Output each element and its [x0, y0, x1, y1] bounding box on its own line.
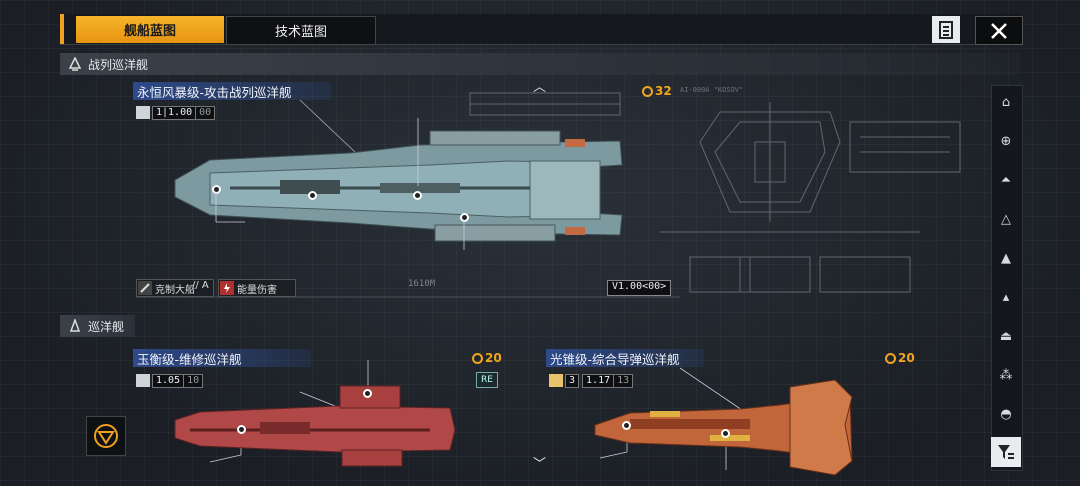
rail-item-fighter[interactable]: ⁂: [991, 360, 1021, 390]
cruiser-icon: △: [1001, 211, 1011, 227]
section-title: 巡洋舰: [88, 319, 125, 334]
ship-model-yuheng[interactable]: [170, 380, 460, 472]
cost-value: 20: [485, 351, 502, 365]
tag-label: 能量伤害: [237, 284, 277, 296]
section-cruiser: 巡洋舰: [60, 315, 135, 337]
tag-label: 克制大船: [155, 284, 195, 296]
stat-icon: [549, 374, 563, 387]
faction-emblem[interactable]: [86, 416, 126, 456]
length-label: 1610M: [408, 279, 436, 289]
filter-button[interactable]: [991, 437, 1021, 467]
rail-item-corvette[interactable]: ⏏: [991, 321, 1021, 351]
hardpoint-marker[interactable]: [237, 425, 246, 434]
rail-item-station[interactable]: ◓: [991, 399, 1021, 429]
counter-icon: [138, 281, 152, 295]
rail-item-cruiser[interactable]: △: [991, 204, 1021, 234]
chevron-down-icon[interactable]: ﹀: [533, 453, 546, 472]
cruiser-icon: [69, 319, 81, 332]
tag-energy-damage: 能量伤害: [218, 279, 296, 297]
frigate-icon: ▴: [1002, 289, 1010, 305]
hardpoint-marker[interactable]: [622, 421, 631, 430]
rail-item-hangar[interactable]: ⌂: [991, 87, 1021, 117]
ship-cost: 20: [472, 351, 502, 365]
filter-icon: [998, 445, 1014, 459]
faction-icon: [94, 424, 118, 448]
rail-item-battlecruiser[interactable]: ⏶: [991, 165, 1021, 195]
stat-icon: [136, 374, 150, 387]
rail-item-carrier[interactable]: ⊕: [991, 126, 1021, 156]
energy-icon: [220, 281, 234, 295]
fighter-icon: ⁂: [999, 367, 1013, 383]
rail-item-frigate[interactable]: ▴: [991, 282, 1021, 312]
destroyer-icon: ▲: [1001, 250, 1011, 266]
cost-icon: [885, 352, 896, 364]
ship-cost: 20: [885, 351, 915, 365]
tag-grade: // A: [192, 280, 209, 291]
stat-level: 3: [565, 373, 580, 388]
hangar-icon: ⌂: [1001, 94, 1011, 110]
hardpoint-marker[interactable]: [363, 389, 372, 398]
cost-icon: [472, 352, 483, 364]
ship-title: 光锥级-综合导弹巡洋舰: [546, 349, 704, 367]
station-icon: ◓: [1000, 406, 1012, 422]
carrier-icon: ⊕: [1000, 133, 1012, 149]
repair-badge: RE: [476, 372, 498, 388]
hardpoint-marker[interactable]: [721, 429, 730, 438]
ship-title: 玉衡级-维修巡洋舰: [133, 349, 311, 367]
corvette-icon: ⏏: [999, 328, 1013, 344]
version-label: V1.00<00>: [607, 280, 672, 296]
cost-value: 20: [898, 351, 915, 365]
leader-lines: [136, 99, 746, 470]
rail-item-destroyer[interactable]: ▲: [991, 243, 1021, 273]
battlecruiser-icon: ⏶: [1000, 172, 1012, 188]
